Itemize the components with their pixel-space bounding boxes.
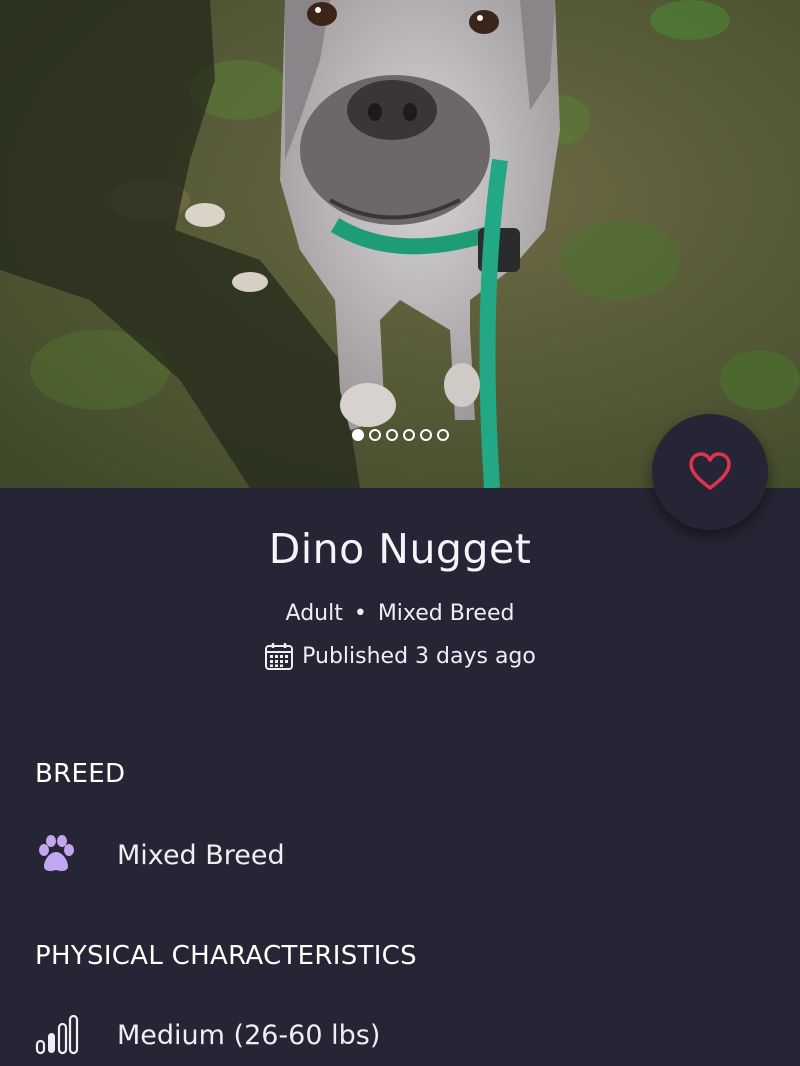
section-title-breed: BREED — [35, 759, 126, 789]
pet-breed-summary: Mixed Breed — [377, 601, 515, 626]
size-row: Medium (26-60 lbs) — [35, 1015, 380, 1055]
pagination-dot[interactable] — [368, 429, 381, 441]
pet-photo[interactable] — [0, 0, 800, 488]
pagination-dot[interactable] — [402, 429, 415, 441]
size-bars-icon — [35, 1015, 79, 1055]
favorite-button[interactable] — [652, 414, 768, 530]
heart-icon — [689, 452, 731, 490]
dog-photo-image — [0, 0, 800, 488]
calendar-icon — [265, 643, 294, 670]
pet-age: Adult — [285, 601, 343, 626]
published-text: Published 3 days ago — [302, 643, 536, 669]
pagination-dot[interactable] — [351, 429, 364, 441]
pet-summary: Adult • Mixed Breed — [0, 601, 800, 626]
breed-row: Mixed Breed — [35, 834, 285, 876]
published-date: Published 3 days ago — [0, 641, 800, 671]
breed-value: Mixed Breed — [117, 839, 285, 871]
paw-icon — [39, 835, 74, 871]
pagination-dot[interactable] — [436, 429, 449, 441]
section-title-physical: PHYSICAL CHARACTERISTICS — [35, 941, 417, 971]
pagination-dot[interactable] — [385, 429, 398, 441]
size-value: Medium (26-60 lbs) — [117, 1019, 381, 1051]
separator-dot: • — [353, 601, 367, 626]
pet-name: Dino Nugget — [268, 525, 532, 573]
pagination-dot[interactable] — [419, 429, 432, 441]
